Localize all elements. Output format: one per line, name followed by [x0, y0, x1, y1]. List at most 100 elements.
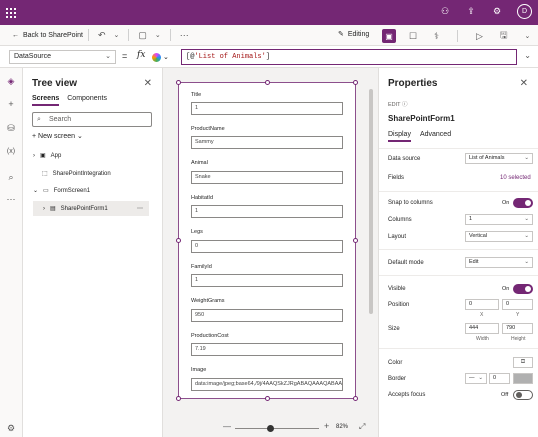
editing-button[interactable]: ✎ Editing — [338, 30, 369, 39]
resize-handle[interactable] — [353, 80, 358, 85]
resize-handle[interactable] — [265, 396, 270, 401]
field-label-productioncost: ProductionCost — [191, 333, 229, 339]
close-icon[interactable]: ✕ — [520, 78, 528, 89]
formula-input[interactable]: [@'List of Animals'] — [181, 49, 517, 65]
chevron-down-icon: ⌄ — [524, 259, 529, 265]
more-icon[interactable]: ⋯ — [137, 205, 143, 212]
settings-icon[interactable]: ⚙ — [491, 6, 503, 17]
inspect-icon[interactable]: ▣ — [382, 29, 396, 43]
tab-display[interactable]: Display — [388, 131, 411, 142]
zoom-slider-track[interactable] — [235, 428, 319, 429]
scrollbar[interactable] — [369, 89, 373, 314]
back-label: Back to SharePoint — [23, 31, 83, 39]
new-screen-label: New screen — [38, 133, 76, 140]
sharepoint-form[interactable]: Title 1 ProductName Sammy Animal Snake H… — [176, 80, 373, 401]
variables-icon[interactable]: (x) — [5, 148, 17, 155]
undo-icon[interactable]: ↶ — [98, 30, 106, 41]
resize-handle[interactable] — [265, 80, 270, 85]
app-grid-icon[interactable] — [0, 0, 22, 25]
chevron-down-icon: ⌄ — [33, 188, 39, 194]
back-to-sharepoint-button[interactable]: ← Back to SharePoint — [12, 32, 83, 39]
data-icon[interactable]: ⛁ — [5, 123, 17, 134]
height-input[interactable]: 790 — [502, 323, 533, 334]
more-icon[interactable]: ⋯ — [180, 30, 189, 41]
visible-toggle[interactable] — [513, 284, 533, 294]
layers-icon[interactable]: ◈ — [5, 76, 17, 87]
field-input-productioncost[interactable]: 7.19 — [191, 343, 343, 356]
copilot-button[interactable]: ⌄ — [152, 51, 176, 63]
play-icon[interactable]: ▷ — [476, 31, 483, 42]
resize-handle[interactable] — [176, 80, 181, 85]
chevron-down-icon[interactable]: ⌄ — [525, 32, 531, 40]
default-mode-dropdown[interactable]: Edit ⌄ — [465, 257, 533, 268]
resize-handle[interactable] — [176, 238, 181, 243]
property-selector[interactable]: DataSource ⌄ — [9, 50, 116, 64]
chevron-down-icon: ⌄ — [478, 375, 483, 381]
comment-icon[interactable]: ☐ — [409, 31, 417, 42]
divider — [379, 249, 538, 250]
fields-edit-link[interactable]: 10 selected — [500, 175, 531, 181]
stethoscope-icon[interactable]: ⚕ — [434, 31, 439, 42]
resize-handle[interactable] — [353, 396, 358, 401]
tab-screens[interactable]: Screens — [32, 95, 60, 106]
field-input-habitatid[interactable]: 1 — [191, 205, 343, 218]
position-y-input[interactable]: 0 — [502, 299, 533, 310]
insert-icon[interactable]: + — [5, 99, 17, 109]
fit-to-window-icon[interactable]: ⤢ — [359, 422, 365, 432]
equals-sign: = — [122, 51, 128, 61]
zoom-slider-thumb[interactable] — [267, 425, 274, 432]
position-x-input[interactable]: 0 — [465, 299, 499, 310]
chevron-down-icon[interactable]: ⌄ — [155, 31, 161, 39]
field-input-productname[interactable]: Sammy — [191, 136, 343, 149]
border-width-input[interactable]: 0 — [489, 373, 510, 384]
color-label: Color — [388, 360, 403, 366]
snap-to-columns-toggle[interactable] — [513, 198, 533, 208]
resize-handle[interactable] — [353, 238, 358, 243]
gear-icon[interactable]: ⚙ — [5, 423, 17, 434]
form-icon: ▤ — [50, 206, 56, 212]
zoom-in-button[interactable]: + — [324, 421, 329, 431]
tree-item-label: FormScreen1 — [53, 187, 91, 194]
save-icon[interactable]: 🖫 — [500, 28, 508, 44]
border-style-dropdown[interactable]: — ⌄ — [465, 373, 487, 384]
tree-item-app[interactable]: › ▣ App — [33, 152, 61, 160]
field-input-title[interactable]: 1 — [191, 102, 343, 115]
resize-handle[interactable] — [176, 396, 181, 401]
columns-dropdown[interactable]: 1 ⌄ — [465, 214, 533, 225]
chevron-down-icon[interactable]: ⌄ — [113, 31, 119, 39]
health-icon[interactable]: ⚇ — [439, 6, 451, 17]
field-input-familyid[interactable]: 1 — [191, 274, 343, 287]
tree-item-formscreen1[interactable]: ⌄ ▭ FormScreen1 — [33, 187, 91, 195]
more-icon[interactable]: ⋯ — [5, 194, 17, 205]
share-icon[interactable]: ⇪ — [465, 6, 477, 17]
new-screen-button[interactable]: + New screen ⌄ — [32, 132, 83, 140]
field-input-image[interactable]: data:image/jpeg;base64,/9j/4AAQSkZJRgABA… — [191, 378, 343, 391]
tab-advanced[interactable]: Advanced — [420, 131, 451, 142]
data-source-dropdown[interactable]: List of Animals ⌄ — [465, 153, 533, 164]
field-input-animal[interactable]: Snake — [191, 171, 343, 184]
field-input-weightgrams[interactable]: 950 — [191, 309, 343, 322]
panel-title: Properties — [388, 78, 438, 89]
tab-components[interactable]: Components — [67, 95, 107, 106]
properties-panel: Properties ✕ EDIT ⓘ SharePointForm1 Disp… — [378, 68, 538, 437]
accepts-focus-toggle[interactable] — [513, 390, 533, 400]
border-color-swatch[interactable] — [513, 373, 533, 384]
field-input-legs[interactable]: 0 — [191, 240, 343, 253]
avatar[interactable]: D — [517, 4, 532, 19]
zoom-out-button[interactable]: — — [223, 422, 231, 431]
tree-item-sharepointform1[interactable]: › ▤ SharePointForm1 ⋯ — [33, 201, 149, 216]
search-icon[interactable]: ⌕ — [5, 172, 17, 183]
color-picker-button[interactable]: ⛋ — [513, 357, 533, 368]
close-icon[interactable]: ✕ — [144, 78, 152, 89]
height-caption: Height — [511, 336, 526, 342]
chevron-down-icon[interactable]: ⌄ — [524, 51, 531, 60]
tree-item-sharepointintegration[interactable]: ⬚ SharePointIntegration — [33, 170, 111, 178]
clipboard-icon[interactable]: ▢ — [138, 30, 147, 41]
search-input[interactable]: ⌕ Search — [32, 112, 152, 127]
info-icon[interactable]: ⓘ — [402, 102, 408, 108]
fx-icon: fx — [137, 50, 146, 60]
component-icon: ⬚ — [42, 171, 48, 177]
layout-dropdown[interactable]: Vertical ⌄ — [465, 231, 533, 242]
width-input[interactable]: 444 — [465, 323, 499, 334]
control-name: SharePointForm1 — [388, 114, 455, 123]
